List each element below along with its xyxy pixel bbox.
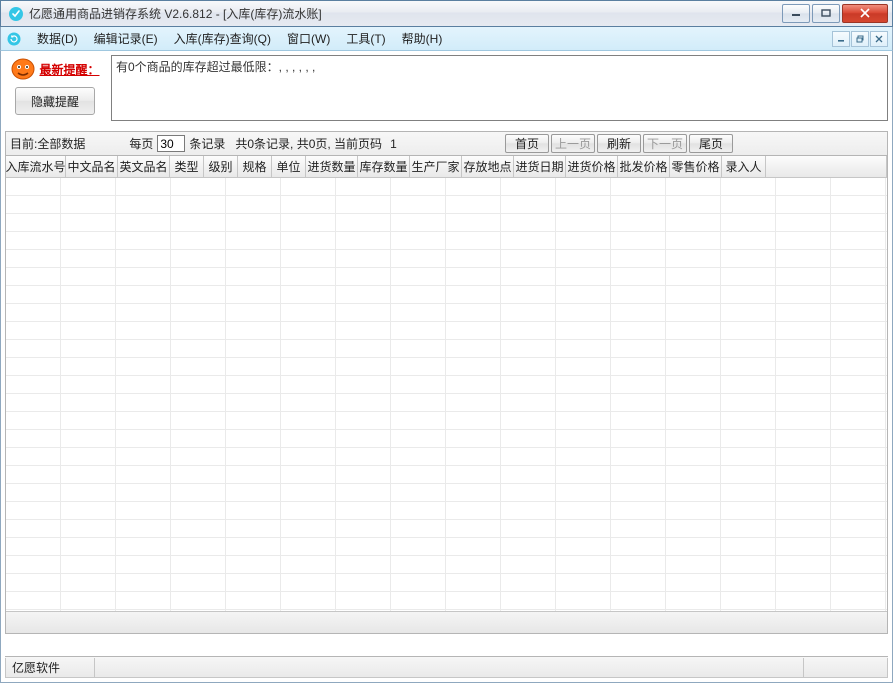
status-right [804,658,888,678]
menu-data[interactable]: 数据(D) [29,27,86,50]
column-header[interactable]: 单位 [272,156,306,177]
window-maximize-button[interactable] [812,4,840,23]
grid-body[interactable] [6,178,887,611]
statusbar: 亿愿软件 [5,656,888,678]
mdi-minimize-button[interactable] [832,31,850,47]
reminder-panel: 最新提醒： 隐藏提醒 有0个商品的库存超过最低限：, , , , , , [5,55,888,121]
last-page-button[interactable]: 尾页 [689,134,733,153]
column-header[interactable]: 规格 [238,156,272,177]
current-dataset-label: 目前:全部数据 [10,135,85,152]
next-page-button[interactable]: 下一页 [643,134,687,153]
per-page-suffix: 条记录 [189,135,225,152]
column-header[interactable]: 级别 [204,156,238,177]
column-header[interactable]: 进货数量 [306,156,358,177]
column-header-filler [766,156,887,177]
menu-inbound-query[interactable]: 入库(库存)查询(Q) [166,27,279,50]
column-header[interactable]: 入库流水号 [6,156,66,177]
window-titlebar: 亿愿通用商品进销存系统 V2.6.812 - [入库(库存)流水账] [0,0,893,27]
app-icon [8,6,24,22]
per-page-prefix: 每页 [129,135,153,152]
menubar: 数据(D) 编辑记录(E) 入库(库存)查询(Q) 窗口(W) 工具(T) 帮助… [0,27,893,51]
mdi-close-button[interactable] [870,31,888,47]
grid-header-row: 入库流水号中文品名英文品名类型级别规格单位进货数量库存数量生产厂家存放地点进货日… [6,156,887,178]
menu-help[interactable]: 帮助(H) [394,27,451,50]
grid-hscroll-area[interactable] [6,611,887,633]
refresh-icon [5,30,23,48]
prev-page-button[interactable]: 上一页 [551,134,595,153]
column-header[interactable]: 生产厂家 [410,156,462,177]
column-header[interactable]: 录入人 [722,156,766,177]
reminder-label: 最新提醒： [39,61,99,78]
refresh-button[interactable]: 刷新 [597,134,641,153]
status-left: 亿愿软件 [5,658,95,678]
spacer [5,634,888,656]
reminder-text: 有0个商品的库存超过最低限：, , , , , , [111,55,888,121]
first-page-button[interactable]: 首页 [505,134,549,153]
mdi-restore-button[interactable] [851,31,869,47]
window-title: 亿愿通用商品进销存系统 V2.6.812 - [入库(库存)流水账] [29,5,782,22]
status-middle [95,658,804,678]
menu-window[interactable]: 窗口(W) [279,27,338,50]
page-size-input[interactable] [157,135,185,152]
column-header[interactable]: 零售价格 [670,156,722,177]
column-header[interactable]: 批发价格 [618,156,670,177]
column-header[interactable]: 进货日期 [514,156,566,177]
column-header[interactable]: 中文品名 [66,156,118,177]
window-close-button[interactable] [842,4,888,23]
window-minimize-button[interactable] [782,4,810,23]
record-summary: 共0条记录, 共0页, 当前页码 [235,135,382,152]
data-grid: 入库流水号中文品名英文品名类型级别规格单位进货数量库存数量生产厂家存放地点进货日… [5,156,888,634]
hide-reminder-button[interactable]: 隐藏提醒 [15,87,95,115]
column-header[interactable]: 库存数量 [358,156,410,177]
column-header[interactable]: 类型 [170,156,204,177]
paging-toolbar: 目前:全部数据 每页 条记录 共0条记录, 共0页, 当前页码 1 首页 上一页… [5,131,888,156]
menu-edit-record[interactable]: 编辑记录(E) [86,27,166,50]
current-page-number: 1 [390,137,397,151]
menu-tools[interactable]: 工具(T) [338,27,393,50]
column-header[interactable]: 进货价格 [566,156,618,177]
smiley-icon [10,57,36,81]
column-header[interactable]: 存放地点 [462,156,514,177]
column-header[interactable]: 英文品名 [118,156,170,177]
